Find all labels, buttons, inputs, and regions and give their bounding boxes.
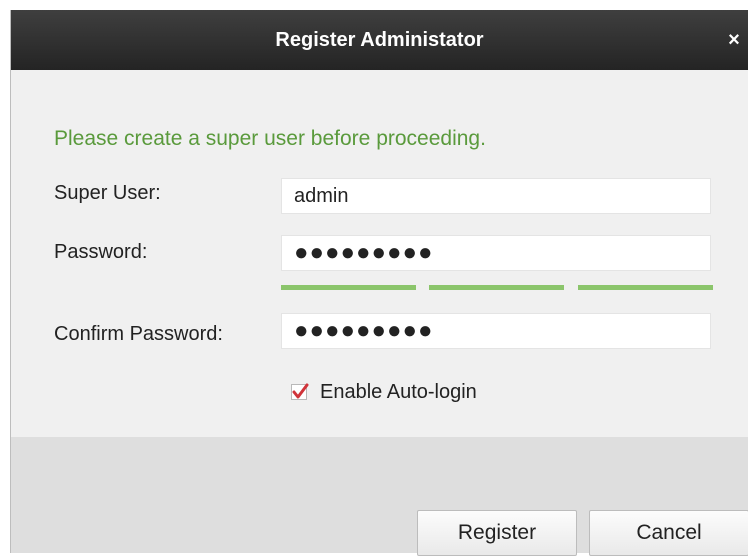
dialog-title: Register Administator	[275, 29, 484, 51]
password-strength-bar-2	[429, 285, 564, 290]
password-strength-bar-3	[578, 285, 713, 290]
instruction-text: Please create a super user before procee…	[54, 127, 486, 150]
confirm-password-input[interactable]: ●●●●●●●●●	[281, 313, 711, 349]
confirm-password-label: Confirm Password:	[54, 323, 223, 345]
auto-login-checkbox[interactable]	[291, 383, 309, 400]
password-strength-bar-1	[281, 285, 416, 290]
form-area: Please create a super user before procee…	[11, 70, 748, 437]
super-user-input[interactable]: admin	[281, 178, 711, 214]
register-administrator-dialog: Register Administator × Please create a …	[10, 10, 748, 556]
password-input[interactable]: ●●●●●●●●●	[281, 235, 711, 271]
super-user-label: Super User:	[54, 182, 161, 204]
register-button[interactable]: Register	[417, 510, 577, 556]
password-label: Password:	[54, 241, 148, 263]
close-icon[interactable]: ×	[722, 10, 746, 70]
cancel-button[interactable]: Cancel	[589, 510, 748, 556]
checkmark-icon	[292, 383, 309, 399]
auto-login-option[interactable]: Enable Auto-login	[291, 378, 477, 406]
auto-login-label: Enable Auto-login	[320, 380, 477, 403]
button-bar: Register Cancel	[11, 437, 748, 556]
title-bar: Register Administator ×	[11, 10, 748, 70]
